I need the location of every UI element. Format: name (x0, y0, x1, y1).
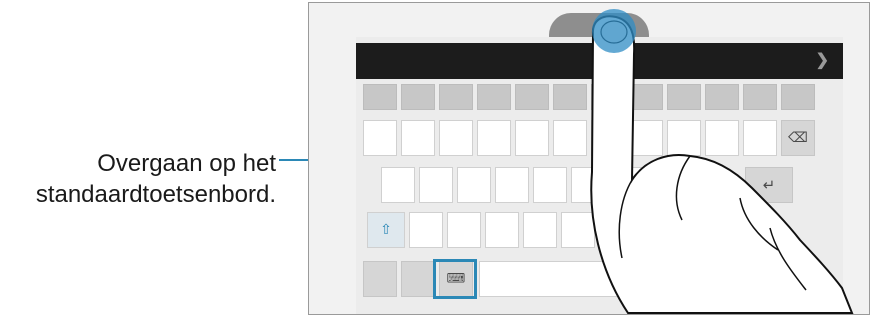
hand-gesture-illustration (590, 9, 854, 314)
hand-outline (590, 15, 854, 314)
touch-indicator (592, 9, 636, 53)
